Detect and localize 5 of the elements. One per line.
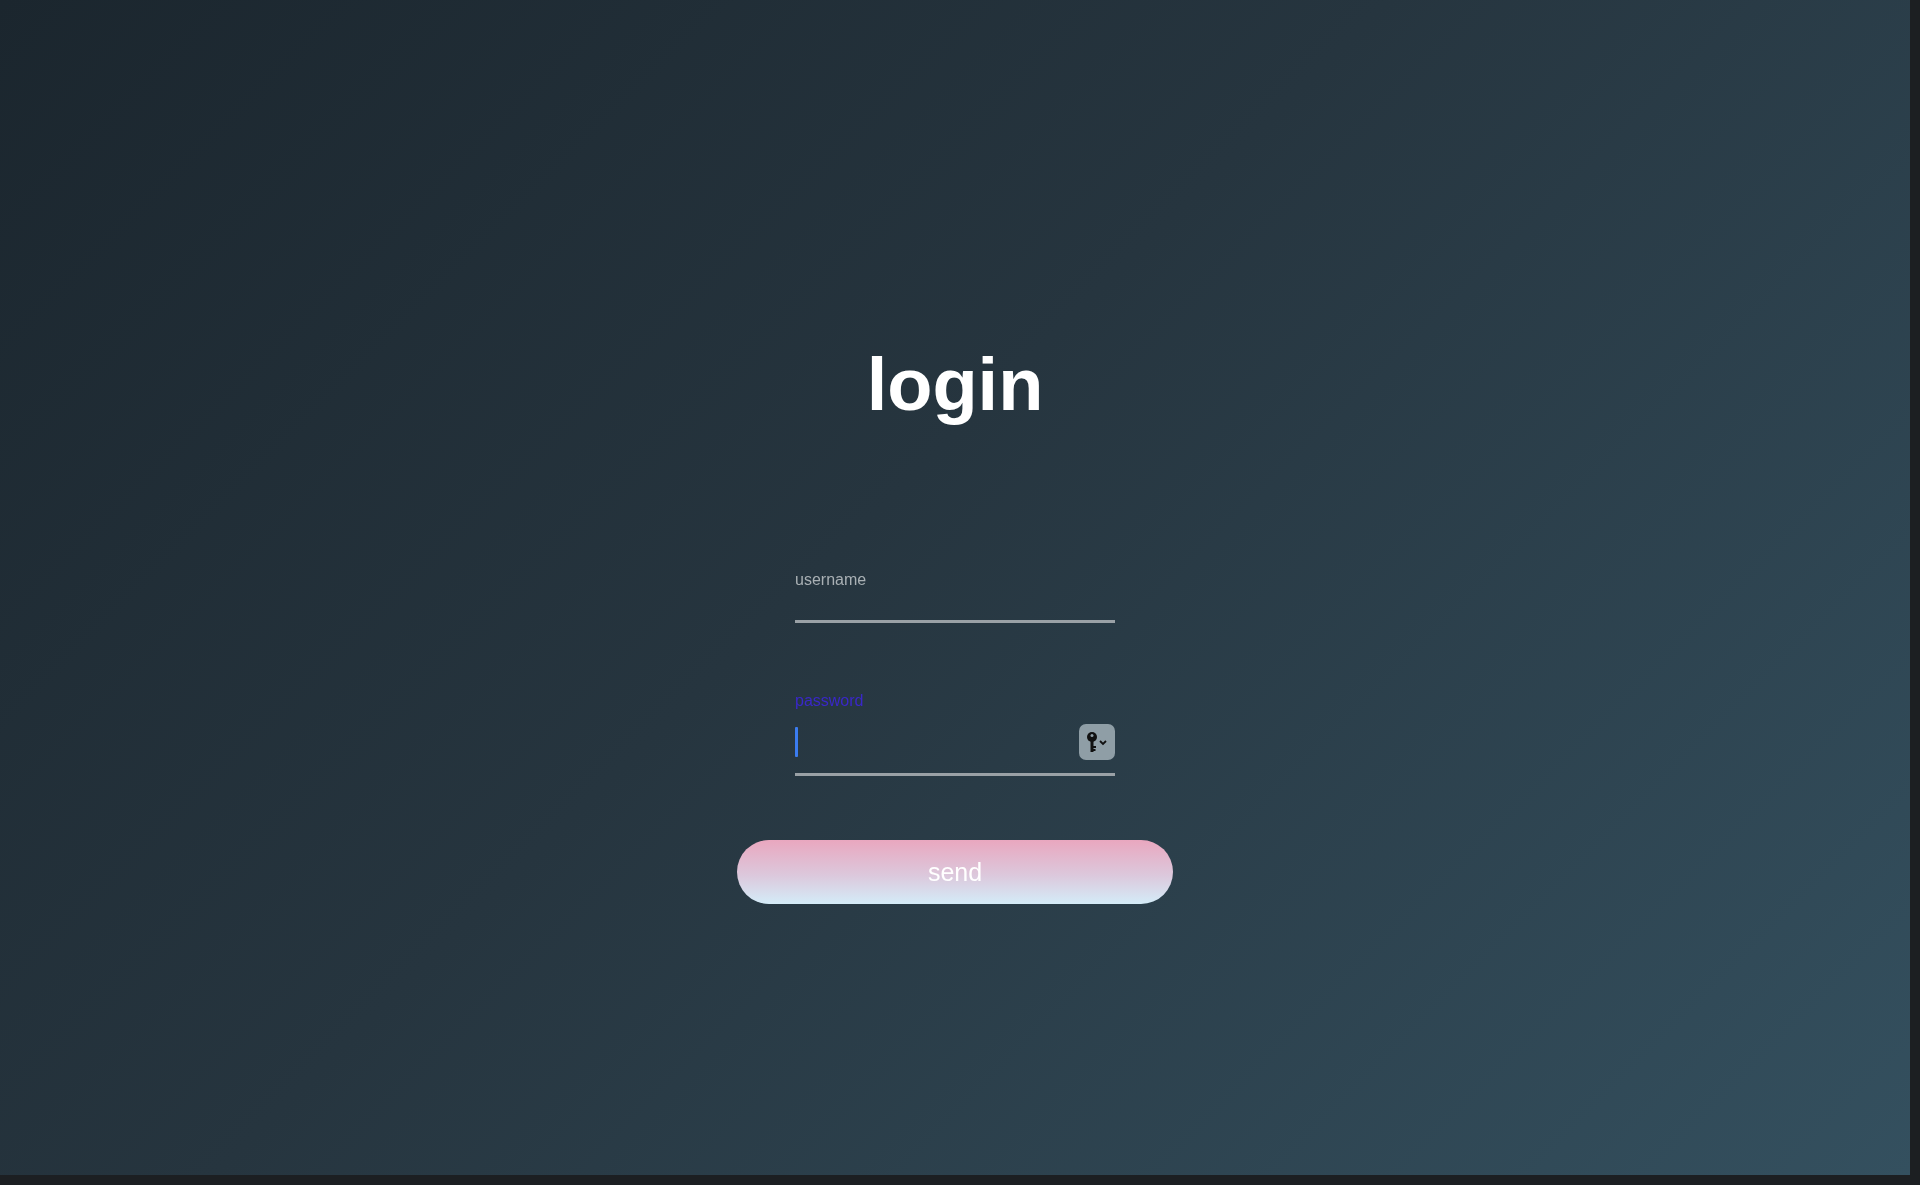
username-field[interactable]: username [795, 570, 1115, 623]
key-icon[interactable] [1079, 724, 1115, 760]
send-button[interactable]: send [737, 840, 1173, 904]
password-field[interactable]: password [795, 691, 1115, 776]
page-title: login [866, 342, 1044, 428]
